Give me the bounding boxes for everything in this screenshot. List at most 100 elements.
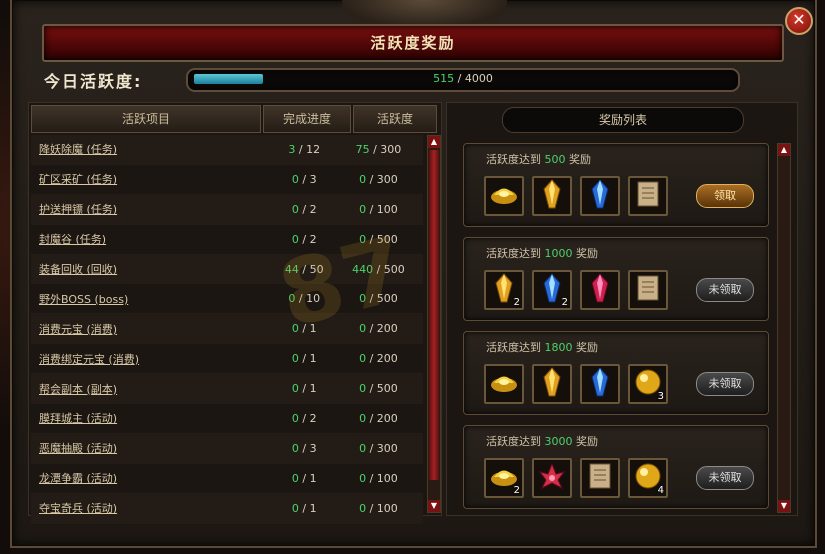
scroll-down-icon[interactable]: ▼ [428,500,440,512]
title-bar: 活跃度奖励 [42,24,784,62]
task-progress: 0 / 1 [275,472,334,485]
task-name-link[interactable]: 夺宝奇兵 (活动) [31,500,275,516]
activity-sep: / [454,72,465,85]
task-score-total: / 300 [369,142,402,156]
task-name-link[interactable]: 恶魔抽殿 (活动) [31,440,275,456]
reward-suffix: 奖励 [572,435,598,448]
task-name-link[interactable]: 野外BOSS (boss) [31,291,275,307]
unclaimed-reward-button[interactable]: 未领取 [696,278,754,302]
task-score: 0 / 100 [334,472,423,485]
task-progress-total: / 50 [298,262,324,276]
task-row[interactable]: 装备回收 (回收) 44 / 50 440 / 500 [31,254,423,285]
activity-label: 今日活跃度: [44,72,143,91]
task-score: 0 / 100 [334,502,423,515]
scroll-icon [586,461,614,495]
reward-title: 活跃度达到 1000 奖励 [486,245,598,261]
task-row[interactable]: 龙潭争霸 (活动) 0 / 10 / 100 [31,464,423,494]
activity-progress-bar: 515 / 4000 [186,68,740,92]
reward-item-slot[interactable]: 2 [484,270,524,310]
task-name-link[interactable]: 消费绑定元宝 (消费) [31,351,275,367]
reward-item-slot[interactable] [580,176,620,216]
task-row[interactable]: 降妖除魔 (任务) 3 / 12 75 / 300 [31,135,423,165]
task-progress-total: / 1 [298,352,317,366]
reward-item-slot[interactable] [580,458,620,498]
claim-reward-button[interactable]: 领取 [696,184,754,208]
task-progress-done: 0 [291,322,299,336]
task-row[interactable]: 护送押镖 (任务) 0 / 20 / 100 [31,194,423,225]
reward-item-slot[interactable] [628,176,668,216]
reward-item-slot[interactable]: 2 [484,458,524,498]
reward-item-slot[interactable]: 3 [628,364,668,404]
reward-suffix: 奖励 [572,341,598,354]
task-progress: 0 / 3 [275,442,334,455]
reward-suffix: 奖励 [572,247,598,260]
task-row[interactable]: 野外BOSS (boss) 0 / 10 0 / 500 [31,284,423,315]
reward-item-slot[interactable]: 2 [532,270,572,310]
yellow-crystal-icon [542,367,562,401]
yellow-crystal-icon [494,273,514,307]
task-row[interactable]: 膜拜城主 (活动) 0 / 20 / 200 [31,404,423,434]
reward-item-slot[interactable]: 4 [628,458,668,498]
reward-item-slot[interactable] [532,458,572,498]
task-name-link[interactable]: 消费元宝 (消费) [31,321,275,337]
scroll-icon [634,273,662,307]
activity-task-panel: 活跃项目 完成进度 活跃度 降妖除魔 (任务) 3 / 12 75 / 300 矿区采… [28,102,442,524]
task-score-total: / 200 [366,322,398,336]
task-row[interactable]: 恶魔抽殿 (活动) 0 / 30 / 300 [31,433,423,464]
reward-threshold: 1000 [544,247,573,260]
task-name-link[interactable]: 降妖除魔 (任务) [31,141,275,157]
task-row[interactable]: 封魔谷 (任务) 0 / 20 / 500 [31,225,423,255]
reward-item-slot[interactable] [532,176,572,216]
task-score: 0 / 500 [334,382,423,395]
task-score: 0 / 200 [334,412,423,425]
activity-progress-text: 515 / 4000 [188,72,738,85]
task-progress-done: 0 [291,352,299,366]
task-name-link[interactable]: 护送押镖 (任务) [31,201,275,217]
reward-item-slot[interactable] [628,270,668,310]
task-progress-total: / 1 [298,471,317,485]
header-score: 活跃度 [353,105,437,133]
task-progress-total: / 1 [298,501,317,515]
reward-item-slot[interactable] [484,176,524,216]
red-crystal-icon [590,273,610,307]
unclaimed-reward-button[interactable]: 未领取 [696,372,754,396]
reward-card: 活跃度达到 1000 奖励 2 2 未领取 [463,237,769,321]
task-row[interactable]: 夺宝奇兵 (活动) 0 / 10 / 100 [31,493,423,524]
reward-item-slot[interactable] [484,364,524,404]
unclaimed-reward-button[interactable]: 未领取 [696,466,754,490]
task-name-link[interactable]: 帮会副本 (副本) [31,381,275,397]
reward-suffix: 奖励 [565,153,591,166]
close-icon: ✕ [792,10,806,29]
reward-item-slot[interactable] [580,364,620,404]
task-scrollbar[interactable]: ▲ ▼ [427,135,441,513]
task-score-total: / 500 [373,262,405,276]
reward-item-count: 2 [513,297,520,308]
close-button[interactable]: ✕ [785,7,813,35]
scroll-down-icon[interactable]: ▼ [778,500,790,512]
task-progress-total: / 3 [298,172,317,186]
blue-crystal-icon [542,273,562,307]
task-row[interactable]: 矿区采矿 (任务) 0 / 30 / 300 [31,165,423,195]
task-progress-done: 0 [291,441,299,455]
task-progress: 0 / 1 [275,352,334,365]
task-name-link[interactable]: 装备回收 (回收) [31,261,275,277]
task-score-total: / 500 [366,292,398,306]
reward-scrollbar[interactable]: ▲ ▼ [777,143,791,513]
task-row[interactable]: 帮会副本 (副本) 0 / 10 / 500 [31,374,423,405]
scroll-up-icon[interactable]: ▲ [428,136,440,148]
task-progress-total: / 10 [295,292,321,306]
task-name-link[interactable]: 矿区采矿 (任务) [31,171,275,187]
reward-item-slot[interactable] [532,364,572,404]
task-progress: 0 / 1 [275,502,334,515]
task-score-done: 75 [355,142,370,156]
task-row[interactable]: 消费元宝 (消费) 0 / 10 / 200 [31,314,423,345]
scroll-thumb[interactable] [429,150,439,480]
task-row[interactable]: 消费绑定元宝 (消费) 0 / 10 / 200 [31,344,423,375]
task-name-link[interactable]: 膜拜城主 (活动) [31,410,275,426]
task-score-total: / 500 [366,382,398,396]
task-name-link[interactable]: 封魔谷 (任务) [31,231,275,247]
scroll-up-icon[interactable]: ▲ [778,144,790,156]
reward-item-slot[interactable] [580,270,620,310]
task-name-link[interactable]: 龙潭争霸 (活动) [31,470,275,486]
activity-current: 515 [433,72,455,85]
